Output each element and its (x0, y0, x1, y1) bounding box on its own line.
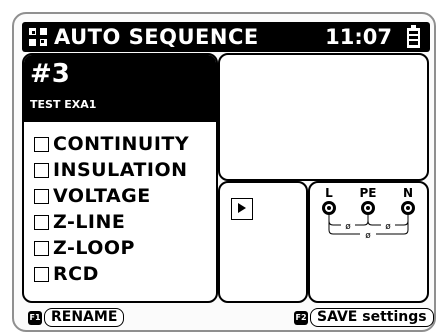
save-settings-label: SAVE settings (310, 308, 434, 327)
test-checkbox[interactable] (34, 240, 49, 256)
run-panel (218, 181, 308, 303)
test-item-voltage[interactable]: VOLTAGE (34, 183, 189, 209)
sequence-number: #3 (30, 59, 70, 89)
test-label: VOLTAGE (53, 185, 151, 207)
test-item-z-line[interactable]: Z-LINE (34, 209, 189, 235)
terminal-l-icon (322, 201, 336, 215)
clock: 11:07 (325, 25, 392, 49)
test-checkbox[interactable] (34, 136, 49, 152)
test-label: RCD (53, 263, 99, 285)
f1-key-icon: F1 (28, 310, 42, 325)
sequence-panel: #3 TEST EXA1 CONTINUITY INSULATION VOLTA… (22, 53, 218, 303)
title-bar: AUTO SEQUENCE 11:07 (22, 22, 430, 52)
sequence-header[interactable]: #3 TEST EXA1 (24, 55, 216, 122)
terminal-label-l: L (325, 186, 333, 200)
test-checkbox[interactable] (34, 266, 49, 282)
test-checkbox[interactable] (34, 188, 49, 204)
terminal-n-icon (401, 201, 415, 215)
test-label: Z-LINE (53, 211, 126, 233)
test-list: CONTINUITY INSULATION VOLTAGE Z-LINE Z-L… (34, 131, 189, 287)
test-label: CONTINUITY (53, 133, 190, 155)
test-label: INSULATION (53, 159, 188, 181)
info-panel (218, 53, 429, 181)
reading-pe-n: ø (385, 222, 391, 232)
test-item-insulation[interactable]: INSULATION (34, 157, 189, 183)
play-icon[interactable] (231, 198, 253, 220)
save-settings-button[interactable]: F2 SAVE settings (294, 308, 434, 327)
terminal-pe-icon (361, 201, 375, 215)
test-checkbox[interactable] (34, 214, 49, 230)
test-label: Z-LOOP (53, 237, 135, 259)
rename-button[interactable]: F1 RENAME (28, 308, 125, 327)
reading-l-n: ø (365, 231, 371, 241)
terminal-panel: L PE N ø ø ø (308, 181, 429, 303)
terminal-label-pe: PE (360, 186, 377, 200)
test-item-z-loop[interactable]: Z-LOOP (34, 235, 189, 261)
terminal-diagram: L PE N ø ø ø (322, 186, 415, 241)
rename-label: RENAME (44, 308, 125, 327)
reading-l-pe: ø (345, 222, 351, 232)
sequence-name: TEST EXA1 (30, 98, 97, 111)
test-checkbox[interactable] (34, 162, 49, 178)
terminal-label-n: N (403, 186, 413, 200)
screen-title: AUTO SEQUENCE (54, 25, 259, 49)
test-item-rcd[interactable]: RCD (34, 261, 189, 287)
test-item-continuity[interactable]: CONTINUITY (34, 131, 189, 157)
settings-icon (29, 28, 47, 46)
battery-icon (407, 25, 420, 48)
f2-key-icon: F2 (294, 310, 308, 325)
